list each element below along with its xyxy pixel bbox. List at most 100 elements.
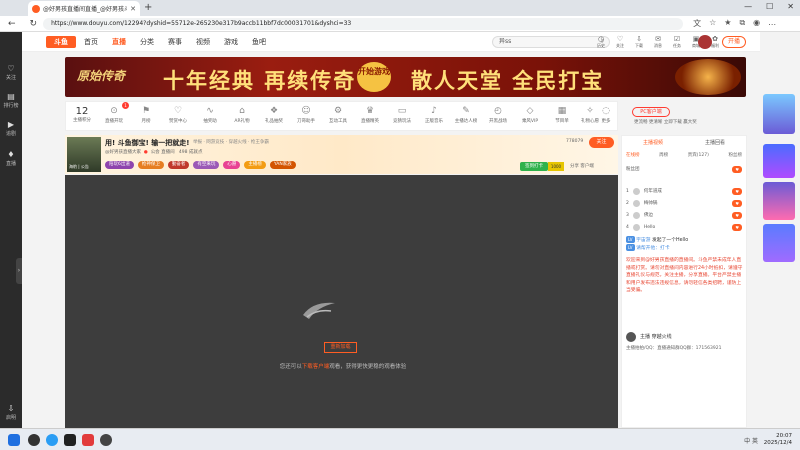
promo-ad-2[interactable] (763, 144, 795, 178)
rank-row[interactable]: 1 何年道成 ♥ (626, 186, 744, 196)
minimize-icon[interactable]: — (744, 2, 752, 11)
follow-button[interactable]: 关注 (589, 137, 614, 148)
translate-icon[interactable]: 文 (693, 18, 701, 29)
video-player[interactable]: 重新加载 您还可以下载客户端观看，获得更快更稳的观看体验 (65, 175, 618, 428)
tool-item-vip[interactable]: ◇ 乘风VIP (516, 106, 544, 124)
tool-item-live-play[interactable]: ⊙ 直播开玩 (100, 106, 128, 124)
tool-item-talent[interactable]: ✎ 主播达人榜 (452, 106, 480, 124)
tool-item-program[interactable]: ▦ 节目单 (548, 106, 576, 124)
rank-row[interactable]: 4 Hello ♥ (626, 222, 744, 232)
nav-live[interactable]: 直播 (112, 37, 126, 47)
extensions-icon[interactable]: ⧉ (739, 18, 745, 29)
sidebar-item-live[interactable]: ♦ 直播 (0, 150, 22, 167)
follow-button[interactable]: ♡ 关注 (613, 35, 627, 49)
tab-week-rank[interactable]: 周榜 (659, 152, 668, 162)
sidebar-item-launch[interactable]: ⇩ 启明 (0, 404, 22, 421)
room-tag[interactable]: 勤奋者 (167, 161, 190, 169)
user-avatar[interactable] (698, 35, 712, 49)
douyu-logo[interactable]: 斗鱼 (46, 35, 76, 48)
maximize-icon[interactable]: ☐ (766, 2, 773, 11)
download-icon: ⇩ (7, 404, 15, 413)
banner-start-badge[interactable]: 开始游戏 (357, 62, 391, 92)
more-menu-icon[interactable]: … (768, 18, 776, 29)
nav-games[interactable]: 游戏 (224, 37, 238, 47)
tab-online-rank[interactable]: 在线榜 (626, 152, 640, 162)
tool-item-guess[interactable]: ▭ 竞猜玩法 (388, 106, 416, 124)
search-input[interactable]: 异ss ⌕ (492, 36, 610, 48)
game-banner-ad[interactable]: 原始传奇 十年经典 再续传奇 开始游戏 散人天堂 全民打宝 (65, 57, 746, 97)
tool-item-reward[interactable]: ♡ 赞赏中心 (164, 106, 192, 124)
sidebar-collapse-handle[interactable]: › (16, 258, 22, 284)
tool-item-elite[interactable]: ♛ 直播精英 (356, 106, 384, 124)
app-icon[interactable] (82, 434, 94, 446)
sidebar-item-follow[interactable]: ♡ 关注 (0, 64, 22, 81)
star-icon[interactable]: ☆ (709, 18, 716, 29)
chrome-app-icon[interactable] (28, 434, 40, 446)
tool-item-gift-lottery[interactable]: ❖ 礼品抽奖 (260, 106, 288, 124)
rank-row[interactable]: 2 梅帅锅 ♥ (626, 198, 744, 208)
browser-tab[interactable]: @好男孩直播间直播_@好男孩斗 ✕ (28, 1, 140, 16)
history-button[interactable]: ◷ 历史 (594, 35, 608, 49)
tab-fans-rank[interactable]: 粉丝榜 (728, 152, 742, 162)
reload-icon[interactable]: ↻ (30, 19, 38, 29)
app-icon[interactable] (100, 434, 112, 446)
task-button[interactable]: ☑ 任务 (670, 35, 684, 49)
room-tag[interactable]: 心愿 (223, 161, 241, 169)
promo-ad-1[interactable] (763, 94, 795, 134)
tab-anchor-video[interactable]: 主播视频 (643, 139, 663, 146)
message-button[interactable]: ✉ 消息 (651, 35, 665, 49)
avatar (626, 332, 636, 342)
sidebar-item-rank[interactable]: ▤ 排行榜 (0, 92, 22, 109)
taskbar-clock[interactable]: 20:07 2025/12/4 (764, 433, 792, 447)
download-client-link[interactable]: 下载客户端 (302, 364, 330, 370)
promo-ad-3[interactable] (763, 182, 795, 220)
pc-client-button[interactable]: PC客户端 (632, 107, 670, 117)
tool-item-month-rank[interactable]: ⚑ 月榜 (132, 106, 160, 124)
room-tag[interactable]: 枪神保卫 (137, 161, 164, 169)
fan-group-hint[interactable]: 粉丝团 ♥ (626, 164, 744, 174)
anchor-avatar[interactable]: 海豹 | 公告 (67, 137, 101, 172)
favorites-icon[interactable]: ★ (724, 18, 731, 29)
system-tray[interactable]: 中 英 (744, 436, 758, 445)
tool-item-interact[interactable]: ⚙ 互动工具 (324, 106, 352, 124)
nav-events[interactable]: 赛事 (168, 37, 182, 47)
room-tag[interactable]: YAN家族 (269, 161, 296, 169)
nav-category[interactable]: 分类 (140, 37, 154, 47)
tool-item-more[interactable]: ◌ 更多 (596, 106, 616, 124)
back-arrow-icon[interactable]: ← (8, 19, 16, 29)
new-tab-button[interactable]: + (144, 2, 152, 13)
pc-client-promo[interactable]: PC客户端 更流畅 更清晰 立即下载 赢大奖 (624, 107, 742, 129)
tool-item-music[interactable]: ♪ 正版音乐 (420, 106, 448, 124)
tool-item-battle[interactable]: ◴ 开黑战场 (484, 106, 512, 124)
rank-row[interactable]: 3 佛边 ♥ (626, 210, 744, 220)
app-icon[interactable] (64, 434, 76, 446)
url-input[interactable]: https://www.douyu.com/12294?dyshid=55712… (43, 17, 684, 30)
start-live-button[interactable]: 开播 (722, 36, 746, 48)
fan-count: 778079 (566, 139, 584, 144)
room-category[interactable]: 举报 · 网游竞技 · 穿越火线 · 枪王争霸 (193, 139, 269, 145)
nav-yuba[interactable]: 鱼吧 (252, 37, 266, 47)
edge-app-icon[interactable] (46, 434, 58, 446)
share-client-actions[interactable]: 分享 客户端 (570, 163, 594, 169)
tool-item-helper[interactable]: ☺ 刀哥助手 (292, 106, 320, 124)
signin-button[interactable]: 签到打卡 (520, 162, 548, 171)
close-window-icon[interactable]: ✕ (787, 2, 794, 11)
tool-item-lottery[interactable]: ∿ 抽奖助 (196, 106, 224, 124)
promo-ad-4[interactable] (763, 224, 795, 262)
tab-vip[interactable]: 贵宾(127) (688, 152, 709, 162)
anchor-score[interactable]: 12 主播积分 (70, 106, 94, 123)
room-tag[interactable]: 有空来玩 (193, 161, 220, 169)
sidebar-item-drama[interactable]: ▶ 追剧 (0, 120, 22, 137)
pc-client-subtitle: 更流畅 更清晰 立即下载 赢大奖 (634, 120, 697, 125)
close-tab-icon[interactable]: ✕ (130, 5, 136, 13)
room-tag[interactable]: 主播榜 (244, 161, 266, 169)
tab-anchor-replay[interactable]: 主播回看 (705, 139, 725, 146)
nav-home[interactable]: 首页 (84, 37, 98, 47)
room-tag[interactable]: 陪玩6出道 (105, 161, 134, 169)
windows-start-icon[interactable] (8, 434, 20, 446)
reload-button[interactable]: 重新加载 (324, 342, 357, 353)
tool-item-ar-gift[interactable]: ⌂ AR礼物 (228, 106, 256, 124)
download-button[interactable]: ⇩ 下载 (632, 35, 646, 49)
profile-icon[interactable]: ◉ (753, 18, 760, 29)
nav-video[interactable]: 视频 (196, 37, 210, 47)
